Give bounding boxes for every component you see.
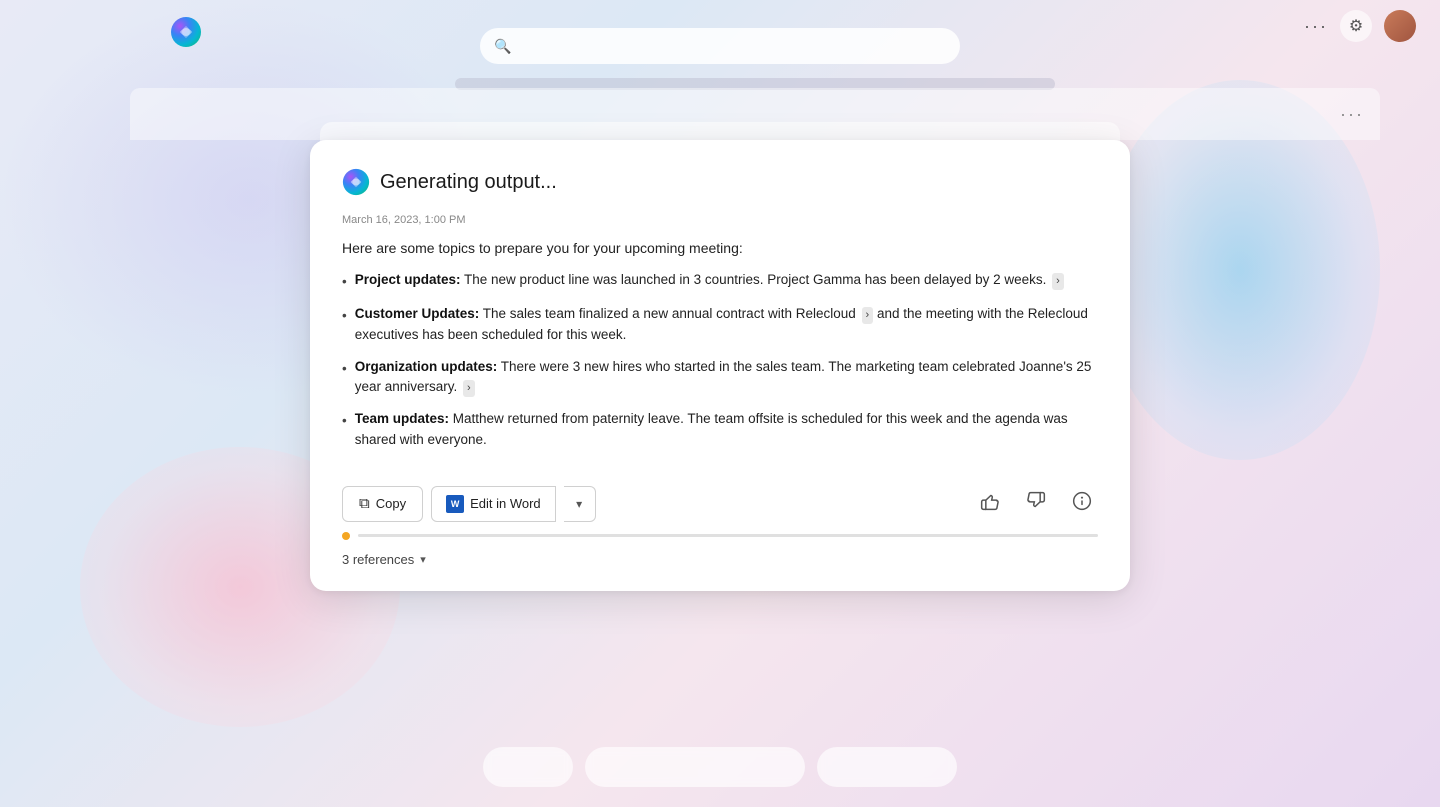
edit-in-word-button[interactable]: W Edit in Word (431, 486, 556, 522)
copilot-icon (342, 168, 370, 196)
list-item: • Customer Updates: The sales team final… (342, 304, 1098, 345)
bullet-marker: • (342, 272, 347, 292)
copy-button[interactable]: ⧉ Copy (342, 486, 423, 522)
word-icon: W (446, 495, 464, 513)
card-progress (342, 532, 1098, 540)
bullet-content: Team updates: Matthew returned from pate… (355, 409, 1098, 450)
bullet-label: Organization updates: (355, 359, 498, 374)
bullet-text: Matthew returned from paternity leave. T… (355, 411, 1068, 446)
references-section[interactable]: 3 references ▾ (342, 552, 1098, 567)
footer-left: ⧉ Copy W Edit in Word ▾ (342, 486, 596, 522)
copilot-logo (170, 16, 202, 53)
bullet-label: Project updates: (355, 272, 461, 287)
thumbs-up-icon (980, 491, 1000, 516)
bullet-label: Customer Updates: (355, 306, 480, 321)
footer-right (974, 488, 1098, 520)
progress-dot (342, 532, 350, 540)
search-icon: 🔍 (494, 38, 511, 55)
bullet-content: Organization updates: There were 3 new h… (355, 357, 1098, 398)
suggestion-pill-1[interactable] (483, 747, 573, 787)
top-bar-actions: ··· ⚙ (1304, 10, 1416, 42)
card-footer: ⧉ Copy W Edit in Word ▾ (342, 472, 1098, 522)
settings-button[interactable]: ⚙ (1340, 10, 1372, 42)
bullet-list: • Project updates: The new product line … (342, 270, 1098, 450)
thumbs-down-button[interactable] (1020, 488, 1052, 520)
thumbs-up-button[interactable] (974, 488, 1006, 520)
copy-icon: ⧉ (359, 495, 370, 512)
list-item: • Project updates: The new product line … (342, 270, 1098, 292)
info-button[interactable] (1066, 488, 1098, 520)
copilot-response-card: Generating output... March 16, 2023, 1:0… (310, 140, 1130, 591)
suggestion-pills (483, 747, 957, 787)
timestamp: March 16, 2023, 1:00 PM (342, 214, 1098, 226)
bullet-text: The sales team finalized a new annual co… (483, 306, 856, 321)
card-title: Generating output... (380, 171, 557, 194)
bullet-marker: • (342, 306, 347, 345)
copy-label: Copy (376, 496, 406, 511)
more-options-button[interactable]: ··· (1304, 16, 1328, 37)
edit-word-label: Edit in Word (470, 496, 541, 511)
card-header: Generating output... (342, 168, 1098, 196)
search-bar[interactable]: 🔍 (480, 28, 960, 64)
edit-word-dropdown-button[interactable]: ▾ (564, 486, 596, 522)
bullet-text: The new product line was launched in 3 c… (464, 272, 1046, 287)
bullet-content: Project updates: The new product line wa… (355, 270, 1064, 292)
info-icon (1072, 491, 1092, 516)
references-label: 3 references (342, 552, 414, 567)
suggestion-pill-3[interactable] (817, 747, 957, 787)
search-container: 🔍 (480, 28, 960, 64)
bullet-label: Team updates: (355, 411, 449, 426)
bullet-marker: • (342, 359, 347, 398)
reference-link[interactable]: › (862, 307, 874, 324)
suggestion-pill-2[interactable] (585, 747, 805, 787)
card-scene: Generating output... March 16, 2023, 1:0… (310, 140, 1130, 591)
thumbs-down-icon (1026, 491, 1046, 516)
chevron-down-icon: ▾ (576, 497, 582, 511)
gear-icon: ⚙ (1349, 16, 1363, 36)
reference-link[interactable]: › (1052, 273, 1064, 290)
user-avatar[interactable] (1384, 10, 1416, 42)
bullet-marker: • (342, 411, 347, 450)
bullet-content: Customer Updates: The sales team finaliz… (355, 304, 1098, 345)
list-item: • Team updates: Matthew returned from pa… (342, 409, 1098, 450)
progress-bar (358, 534, 1098, 537)
list-item: • Organization updates: There were 3 new… (342, 357, 1098, 398)
intro-text: Here are some topics to prepare you for … (342, 240, 1098, 256)
chevron-down-icon: ▾ (420, 553, 426, 566)
reference-link[interactable]: › (463, 380, 475, 397)
